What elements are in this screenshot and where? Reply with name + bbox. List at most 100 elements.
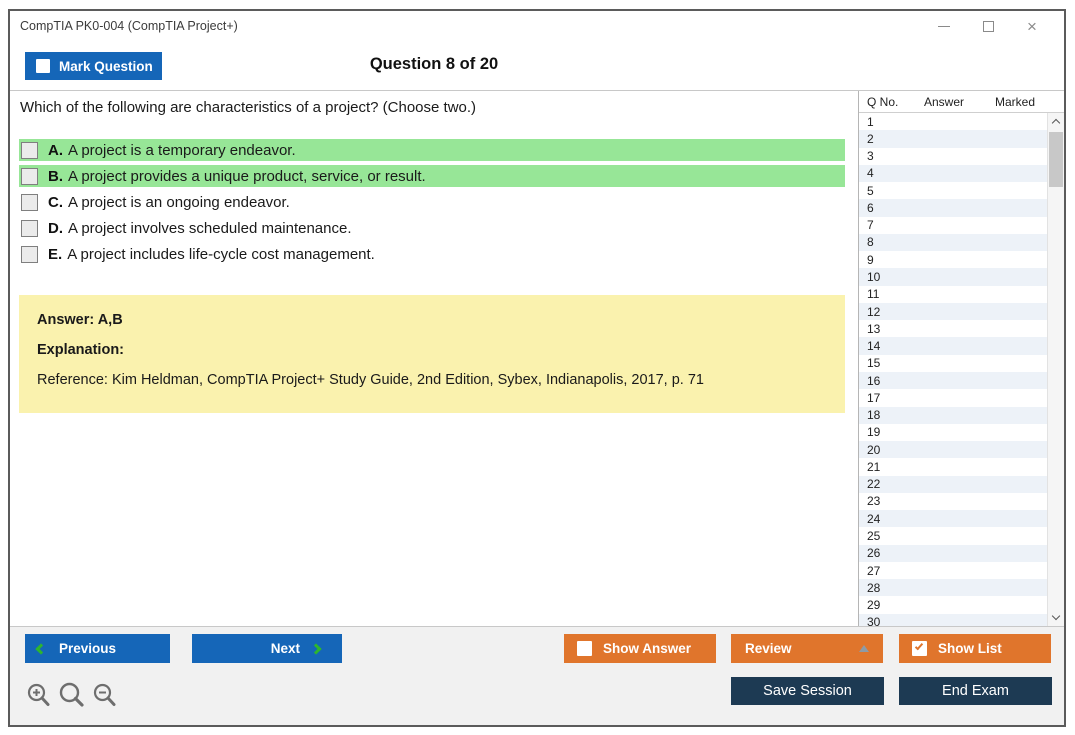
question-number: 10: [867, 270, 881, 285]
question-list-row[interactable]: 30: [859, 613, 1047, 626]
question-number: 25: [867, 529, 881, 543]
header-marked: Marked: [995, 94, 1036, 109]
option-letter: D.: [48, 219, 63, 237]
bottom-bar: Previous Next Show Answer Review Show Li…: [10, 626, 1064, 725]
question-number: 4: [867, 166, 874, 181]
option-d-checkbox[interactable]: [21, 219, 38, 237]
zoom-reset-icon[interactable]: [58, 681, 85, 708]
options-list: A. A project is a temporary endeavor. B.…: [19, 139, 858, 265]
question-counter: Question 8 of 20: [369, 55, 499, 73]
question-list-row[interactable]: 5: [859, 182, 1047, 199]
question-list-row[interactable]: 19: [859, 424, 1047, 441]
question-list-row[interactable]: 10: [859, 268, 1047, 286]
close-button[interactable]: ×: [1010, 11, 1054, 42]
option-d[interactable]: D. A project involves scheduled maintena…: [19, 217, 845, 239]
chevron-up-icon: [1051, 118, 1061, 128]
question-number: 16: [867, 373, 881, 388]
question-number: 15: [867, 356, 881, 371]
question-number: 9: [867, 252, 874, 267]
question-list-row[interactable]: 8: [859, 233, 1047, 252]
maximize-button[interactable]: [966, 11, 1010, 42]
question-list-panel: Q No. Answer Marked 1 2 3 4 5 6 7 8 9 10 11 12 13 14 1…: [858, 91, 1064, 626]
question-list-row[interactable]: 9: [859, 251, 1047, 268]
end-exam-button[interactable]: End Exam: [899, 677, 1052, 705]
question-list-row[interactable]: 12: [859, 302, 1047, 321]
question-number: 14: [867, 339, 881, 354]
question-number: 29: [867, 598, 881, 613]
question-list-row[interactable]: 25: [859, 527, 1047, 544]
question-list-row[interactable]: 4: [859, 164, 1047, 183]
question-list-row[interactable]: 24: [859, 510, 1047, 528]
option-a[interactable]: A. A project is a temporary endeavor.: [19, 139, 845, 161]
question-list-row[interactable]: 11: [859, 286, 1047, 303]
option-b[interactable]: B. A project provides a unique product, …: [19, 165, 845, 187]
scroll-up-button[interactable]: [1048, 113, 1064, 130]
question-list-row[interactable]: 26: [859, 544, 1047, 562]
question-number: 2: [867, 131, 874, 146]
header-answer: Answer: [924, 94, 965, 109]
question-list-row[interactable]: 2: [859, 130, 1047, 148]
show-list-checkbox[interactable]: [912, 641, 927, 656]
question-list-row[interactable]: 29: [859, 596, 1047, 613]
option-c-checkbox[interactable]: [21, 193, 38, 211]
question-text: Which of the following are characteristi…: [20, 99, 477, 116]
show-answer-checkbox[interactable]: [577, 641, 592, 656]
question-number: 17: [867, 390, 881, 405]
show-list-button[interactable]: Show List: [899, 634, 1051, 663]
previous-button[interactable]: Previous: [25, 634, 170, 663]
option-e[interactable]: E. A project includes life-cycle cost ma…: [19, 243, 845, 265]
question-list-row[interactable]: 27: [859, 562, 1047, 579]
app-window: CompTIA PK0-004 (CompTIA Project+) × Mar…: [8, 9, 1066, 727]
option-text: A project includes life-cycle cost manag…: [67, 245, 375, 263]
save-session-button[interactable]: Save Session: [731, 677, 884, 705]
question-number: 6: [867, 200, 874, 215]
question-list-row[interactable]: 20: [859, 441, 1047, 459]
question-number: 8: [867, 235, 874, 250]
question-list-row[interactable]: 22: [859, 475, 1047, 493]
question-list-scrollbar[interactable]: [1047, 113, 1064, 626]
explanation-box: Answer: A,B Explanation: Reference: Kim …: [19, 295, 845, 413]
zoom-out-icon[interactable]: [92, 682, 117, 708]
header-qno: Q No.: [867, 94, 899, 109]
reference-line: Reference: Kim Heldman, CompTIA Project+…: [37, 372, 704, 388]
question-list-row[interactable]: 17: [859, 389, 1047, 406]
question-list-row[interactable]: 6: [859, 199, 1047, 217]
answer-line: Answer: A,B: [37, 312, 123, 328]
question-number: 19: [867, 425, 881, 440]
review-button[interactable]: Review: [731, 634, 883, 663]
question-list-row[interactable]: 28: [859, 579, 1047, 597]
question-number: 20: [867, 442, 881, 457]
title-bar: CompTIA PK0-004 (CompTIA Project+) ×: [10, 11, 1064, 42]
question-list-row[interactable]: 1: [859, 113, 1047, 130]
question-list-row[interactable]: 14: [859, 337, 1047, 355]
question-list-row[interactable]: 3: [859, 148, 1047, 165]
question-list-row[interactable]: 16: [859, 371, 1047, 390]
question-number: 21: [867, 459, 881, 474]
question-number: 5: [867, 183, 874, 198]
zoom-in-icon[interactable]: [26, 682, 51, 708]
next-button[interactable]: Next: [192, 634, 342, 663]
show-answer-button[interactable]: Show Answer: [564, 634, 716, 663]
question-number: 28: [867, 580, 881, 595]
question-number: 27: [867, 563, 881, 578]
option-a-checkbox[interactable]: [21, 141, 38, 159]
question-number: 1: [867, 114, 874, 129]
option-c[interactable]: C. A project is an ongoing endeavor.: [19, 191, 845, 213]
question-list-row[interactable]: 15: [859, 355, 1047, 372]
scrollbar-thumb[interactable]: [1049, 132, 1063, 187]
question-list-row[interactable]: 7: [859, 217, 1047, 234]
question-list-row[interactable]: 21: [859, 458, 1047, 475]
question-list-row[interactable]: 23: [859, 493, 1047, 510]
option-e-checkbox[interactable]: [21, 245, 38, 263]
minimize-button[interactable]: [922, 11, 966, 42]
question-list-row[interactable]: 13: [859, 320, 1047, 337]
question-panel: Which of the following are characteristi…: [10, 91, 858, 626]
header-band: Mark Question Question 8 of 20: [10, 42, 1064, 90]
triangle-up-icon: [859, 645, 869, 652]
scroll-down-button[interactable]: [1048, 609, 1064, 626]
window-title: CompTIA PK0-004 (CompTIA Project+): [20, 19, 238, 33]
save-session-label: Save Session: [763, 683, 852, 699]
minimize-icon: [938, 26, 950, 27]
question-list-row[interactable]: 18: [859, 406, 1047, 424]
option-b-checkbox[interactable]: [21, 167, 38, 185]
